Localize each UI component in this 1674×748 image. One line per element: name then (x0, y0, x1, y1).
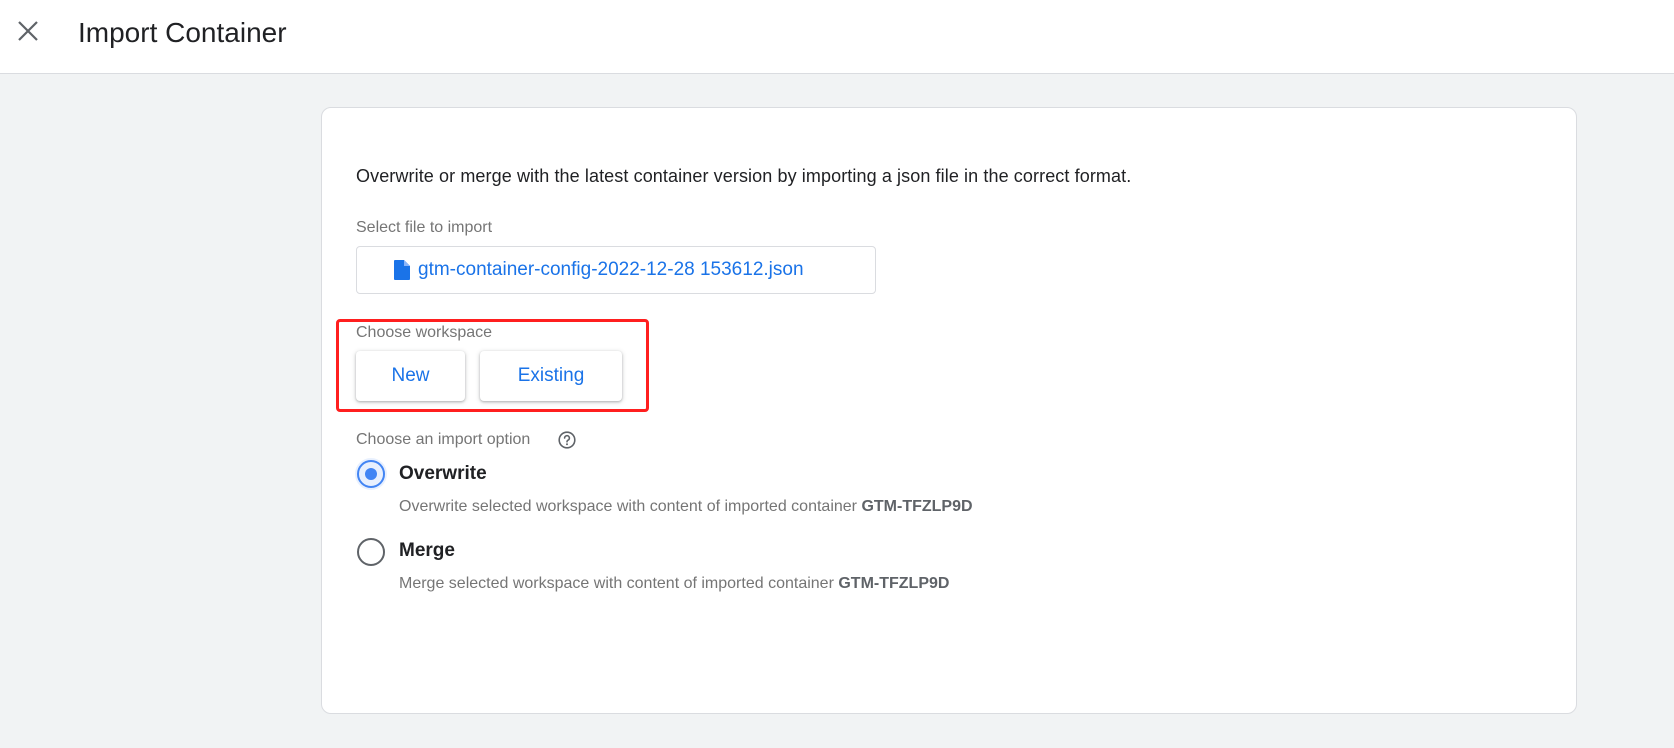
selected-file-name: gtm-container-config-2022-12-28 153612.j… (418, 259, 804, 280)
page-title: Import Container (78, 17, 287, 48)
choose-workspace-label: Choose workspace (356, 324, 493, 341)
overwrite-option-title: Overwrite (399, 463, 487, 484)
file-picker[interactable]: gtm-container-config-2022-12-28 153612.j… (356, 246, 876, 294)
overwrite-option-description: Overwrite selected workspace with conten… (399, 498, 973, 516)
top-app-bar: Import Container (0, 0, 1674, 74)
select-file-label: Select file to import (356, 219, 493, 236)
merge-container-id: GTM-TFZLP9D (838, 575, 950, 592)
file-icon (394, 260, 410, 280)
import-description: Overwrite or merge with the latest conta… (356, 166, 1132, 186)
merge-option-title: Merge (399, 540, 455, 561)
close-icon (18, 21, 38, 41)
import-option-label: Choose an import option (356, 431, 531, 448)
import-card: Overwrite or merge with the latest conta… (321, 107, 1577, 714)
merge-option-description: Merge selected workspace with content of… (399, 575, 949, 593)
help-circle-icon[interactable] (558, 431, 576, 449)
merge-radio[interactable] (357, 538, 385, 566)
existing-workspace-button[interactable]: Existing (480, 351, 622, 401)
overwrite-radio[interactable] (357, 460, 385, 488)
overwrite-description-text: Overwrite selected workspace with conten… (399, 498, 857, 515)
merge-description-text: Merge selected workspace with content of… (399, 575, 834, 592)
overwrite-container-id: GTM-TFZLP9D (861, 498, 973, 515)
close-button[interactable] (12, 15, 44, 47)
new-workspace-button[interactable]: New (356, 351, 465, 401)
